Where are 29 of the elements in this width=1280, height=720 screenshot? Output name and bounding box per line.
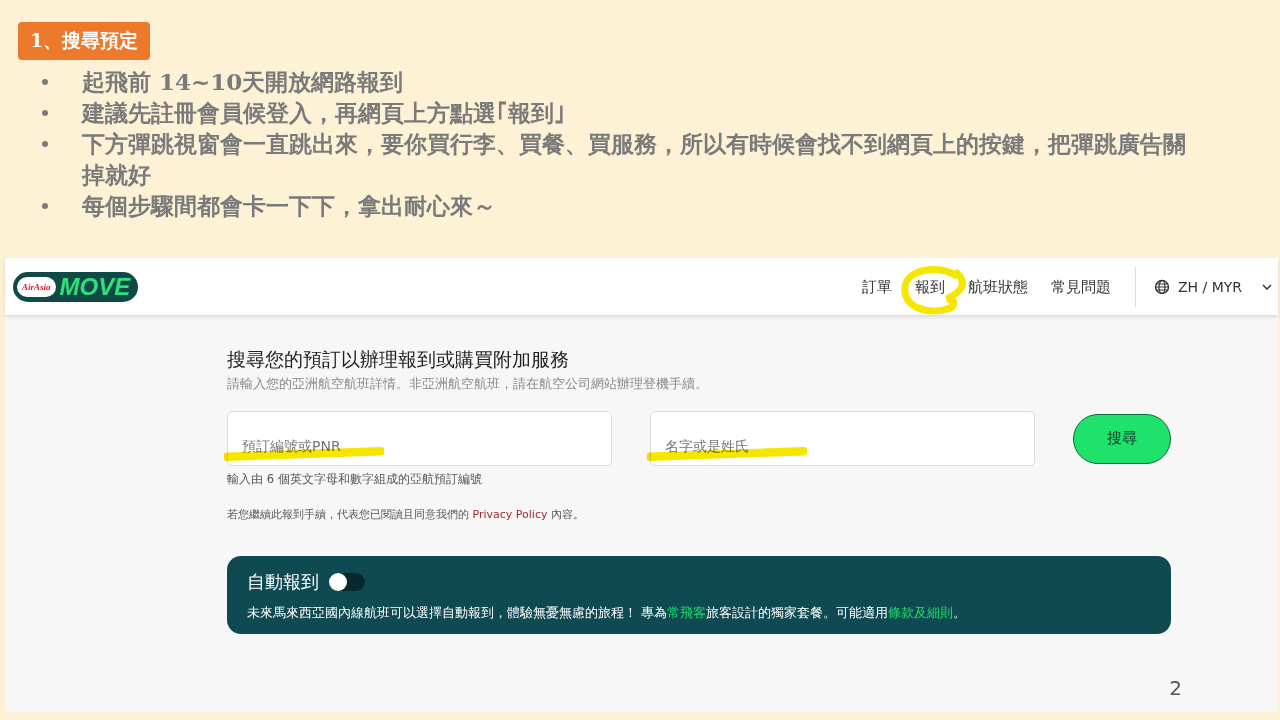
text-link[interactable]: 條款及細則 <box>888 605 954 620</box>
bullet-icon <box>42 79 48 85</box>
bullet-icon <box>42 110 48 116</box>
text-link[interactable]: 常飛客 <box>667 605 707 620</box>
bullet-text: 起飛前 14~10天開放網路報到 <box>82 67 404 97</box>
logo[interactable]: AirAsia MOVE <box>13 271 139 302</box>
bullet-text: 建議先註冊會員候登入，再網頁上方點選｢報到｣ <box>82 98 566 128</box>
bullet-text: 下方彈跳視窗會一直跳出來，要你買行李、買餐、買服務，所以有時候會找不到網頁上的按鍵，把彈跳廣告關掉就好 <box>82 129 1187 190</box>
page-number: 2 <box>1169 676 1182 700</box>
search-button[interactable]: 搜尋 <box>1073 413 1171 464</box>
nav-link[interactable]: 航班狀態 <box>967 277 1028 296</box>
field-hint: 輸入由 6 個英文字母和數字組成的亞航預訂編號 <box>227 472 483 487</box>
toggle-switch[interactable] <box>329 573 365 591</box>
nav-link[interactable]: 報到 <box>914 277 945 296</box>
consent-text: 若您繼續此報到手續，代表您已閱讀且同意我們的 Privacy Policy 內容。 <box>227 507 585 522</box>
auto-checkin-text: 未來馬來西亞國內線航班可以選擇自動報到，體驗無憂無慮的旅程！ 專為常飛客旅客設計的獨家套餐。可能適用條款及細則。 <box>247 604 968 622</box>
slide-heading: 1、搜尋預定 <box>18 22 151 60</box>
bullet-icon <box>42 141 48 147</box>
form-title: 搜尋您的預訂以辦理報到或購買附加服務 <box>227 347 570 372</box>
privacy-link[interactable]: Privacy Policy <box>472 508 548 521</box>
auto-checkin-title: 自動報到 <box>247 570 319 594</box>
nav-link[interactable]: 訂單 <box>861 277 892 296</box>
language-selector[interactable]: ZH / MYR <box>1153 278 1242 295</box>
form-subtitle: 請輸入您的亞洲航空航班詳情。非亞洲航空航班，請在航空公司網站辦理登機手續。 <box>227 376 709 393</box>
caret-icon[interactable] <box>1262 283 1272 290</box>
bullet-icon <box>42 203 48 209</box>
bullet-text: 每個步驟間都會卡一下下，拿出耐心來～ <box>82 191 496 221</box>
globe-icon <box>1153 278 1170 295</box>
nav-link[interactable]: 常見問題 <box>1050 277 1111 296</box>
